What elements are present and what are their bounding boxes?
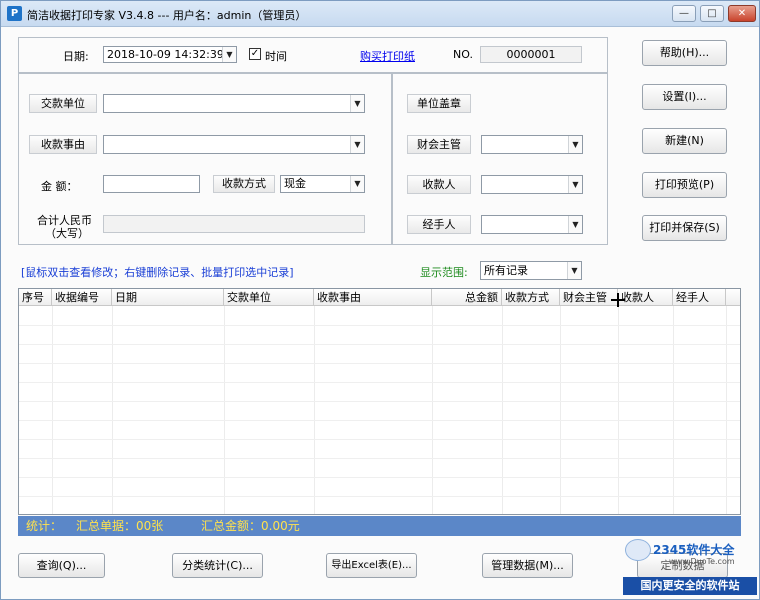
usage-hint: [鼠标双击查看修改；右键删除记录、批量打印选中记录]	[21, 266, 294, 279]
date-picker[interactable]: 2018-10-09 14:32:39 ▼	[103, 46, 237, 63]
form-panel-right: 单位盖章 财会主管 ▼ 收款人 ▼ 经手人 ▼	[392, 73, 608, 245]
export-excel-button[interactable]: 导出Excel表(E)...	[326, 553, 417, 578]
grid-line	[19, 401, 740, 402]
table-header: 序号 收据编号 日期 交款单位 收款事由 总金额 收款方式 财会主管 收款人 经…	[19, 289, 740, 306]
summary-label: 统计：	[26, 519, 63, 533]
stamp-button[interactable]: 单位盖章	[407, 94, 471, 113]
grid-line	[618, 306, 619, 514]
date-label: 日期:	[63, 50, 89, 63]
chevron-down-icon[interactable]: ▼	[350, 95, 364, 112]
column-header[interactable]: 收款方式	[502, 289, 560, 306]
grid-line	[314, 306, 315, 514]
chevron-down-icon[interactable]: ▼	[568, 136, 582, 153]
grid-line	[726, 306, 727, 514]
grid-line	[502, 306, 503, 514]
new-button[interactable]: 新建(N)	[642, 128, 727, 154]
grid-line	[224, 306, 225, 514]
column-header[interactable]: 收款人	[618, 289, 673, 306]
buy-paper-link[interactable]: 购买打印纸	[360, 48, 415, 64]
chevron-down-icon[interactable]: ▼	[567, 262, 581, 279]
chevron-down-icon[interactable]: ▼	[350, 136, 364, 153]
column-header[interactable]: 收款事由	[314, 289, 432, 306]
column-header[interactable]: 序号	[19, 289, 52, 306]
window-title: 简洁收据打印专家 V3.4.8 --- 用户名：admin（管理员）	[27, 9, 307, 22]
date-value: 2018-10-09 14:32:39	[107, 48, 224, 61]
amount-label: 金 额：	[41, 180, 78, 193]
receipt-number-field: 0000001	[480, 46, 582, 63]
chevron-down-icon[interactable]: ▼	[222, 47, 236, 62]
chevron-down-icon[interactable]: ▼	[568, 216, 582, 233]
time-checkbox[interactable]: ✓	[249, 48, 261, 60]
handler-button[interactable]: 经手人	[407, 215, 471, 234]
grid-line	[19, 458, 740, 459]
print-save-button[interactable]: 打印并保存(S)	[642, 215, 727, 241]
chevron-down-icon[interactable]: ▼	[568, 176, 582, 193]
grid-line	[19, 363, 740, 364]
grid-line	[112, 306, 113, 514]
column-header[interactable]: 总金额	[432, 289, 502, 306]
reason-button[interactable]: 收款事由	[29, 135, 97, 154]
help-button[interactable]: 帮助(H)...	[642, 40, 727, 66]
header-panel: 日期: 2018-10-09 14:32:39 ▼ ✓ 时间 购买打印纸 NO.…	[18, 37, 608, 73]
grid-line	[19, 496, 740, 497]
grid-line	[19, 420, 740, 421]
grid-line	[432, 306, 433, 514]
watermark: 2345软件大全 www.DuoTe.com 国内更安全的软件站	[619, 529, 759, 599]
minimize-button[interactable]: —	[672, 5, 696, 22]
grid-line	[560, 306, 561, 514]
accountant-combo[interactable]: ▼	[481, 135, 583, 154]
payer-button[interactable]: 交款单位	[29, 94, 97, 113]
column-header[interactable]: 经手人	[673, 289, 726, 306]
chevron-down-icon[interactable]: ▼	[350, 176, 364, 192]
total-rmb-sublabel: （大写）	[45, 227, 89, 240]
watermark-url: www.DuoTe.com	[669, 557, 735, 566]
grid-line	[673, 306, 674, 514]
column-header[interactable]: 财会主管	[560, 289, 618, 306]
time-checkbox-label: 时间	[265, 50, 287, 63]
app-icon: P	[7, 6, 22, 21]
range-value: 所有记录	[484, 264, 528, 277]
summary-count: 汇总单据：00张	[76, 519, 164, 533]
payee-combo[interactable]: ▼	[481, 175, 583, 194]
watermark-slogan: 国内更安全的软件站	[623, 577, 757, 595]
column-header[interactable]: 日期	[112, 289, 224, 306]
range-label: 显示范围:	[420, 266, 468, 279]
manage-data-button[interactable]: 管理数据(M)...	[482, 553, 573, 578]
grid-line	[52, 306, 53, 514]
mascot-icon	[625, 539, 651, 561]
grid-line	[19, 439, 740, 440]
range-combo[interactable]: 所有记录 ▼	[480, 261, 582, 280]
payment-method-combo[interactable]: 现金 ▼	[280, 175, 365, 193]
summary-amount: 汇总金额：0.00元	[201, 519, 300, 533]
grid-line	[19, 477, 740, 478]
settings-button[interactable]: 设置(I)...	[642, 84, 727, 110]
records-table[interactable]: 序号 收据编号 日期 交款单位 收款事由 总金额 收款方式 财会主管 收款人 经…	[18, 288, 741, 515]
column-header[interactable]: 收据编号	[52, 289, 112, 306]
grid-line	[19, 344, 740, 345]
payment-method-value: 现金	[284, 177, 306, 190]
category-stats-button[interactable]: 分类统计(C)...	[172, 553, 263, 578]
grid-line	[19, 382, 740, 383]
print-preview-button[interactable]: 打印预览(P)	[642, 172, 727, 198]
query-button[interactable]: 查询(Q)...	[18, 553, 105, 578]
handler-combo[interactable]: ▼	[481, 215, 583, 234]
payer-combo[interactable]: ▼	[103, 94, 365, 113]
reason-combo[interactable]: ▼	[103, 135, 365, 154]
title-bar[interactable]: P 简洁收据打印专家 V3.4.8 --- 用户名：admin（管理员） — □…	[1, 1, 759, 27]
maximize-button[interactable]: □	[700, 5, 724, 22]
amount-input[interactable]	[103, 175, 200, 193]
no-label: NO.	[453, 48, 473, 61]
payment-method-button[interactable]: 收款方式	[213, 175, 275, 193]
form-panel-left: 交款单位 ▼ 收款事由 ▼ 金 额： 收款方式 现金 ▼ 合计人民币 （大写）	[18, 73, 392, 245]
total-rmb-field	[103, 215, 365, 233]
column-resize-cursor-icon	[611, 293, 625, 307]
main-window: P 简洁收据打印专家 V3.4.8 --- 用户名：admin（管理员） — □…	[0, 0, 760, 600]
watermark-brand: 2345软件大全	[653, 543, 735, 557]
column-header[interactable]: 交款单位	[224, 289, 314, 306]
accountant-button[interactable]: 财会主管	[407, 135, 471, 154]
payee-button[interactable]: 收款人	[407, 175, 471, 194]
close-button[interactable]: ✕	[728, 5, 756, 22]
grid-line	[19, 325, 740, 326]
